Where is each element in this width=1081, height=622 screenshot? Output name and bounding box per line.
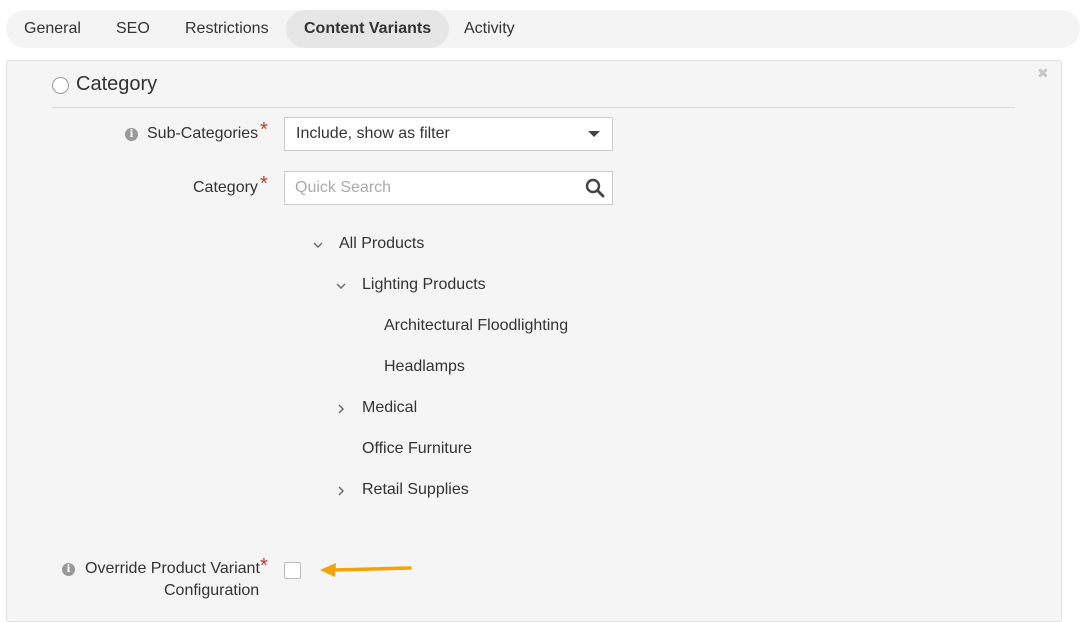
override-label-line2: Configuration <box>164 582 260 599</box>
tab-content-variants[interactable]: Content Variants <box>286 10 450 48</box>
tab-activity[interactable]: Activity <box>464 10 515 48</box>
tree-item-headlamps[interactable]: Headlamps <box>384 357 465 377</box>
close-icon[interactable]: ✖ <box>1037 66 1049 80</box>
override-variant-checkbox[interactable] <box>284 562 301 579</box>
tree-item-medical[interactable]: Medical <box>362 398 417 418</box>
search-icon[interactable] <box>585 178 605 198</box>
tree-item-lighting-products[interactable]: Lighting Products <box>362 275 486 295</box>
subcategories-label: Sub-Categories <box>147 125 259 142</box>
chevron-right-icon[interactable] <box>335 485 347 497</box>
search-input[interactable] <box>286 173 566 203</box>
tree-item-architectural-floodlighting[interactable]: Architectural Floodlighting <box>384 316 568 336</box>
tab-seo[interactable]: SEO <box>116 10 150 48</box>
required-mark: * <box>260 555 268 577</box>
section-title: Category <box>76 73 158 95</box>
annotation-arrow-icon <box>320 563 412 577</box>
info-icon: i <box>62 563 75 576</box>
tab-general[interactable]: General <box>24 10 81 48</box>
category-search <box>284 171 613 205</box>
tree-item-office-furniture[interactable]: Office Furniture <box>362 439 472 459</box>
tab-bar: General SEO Restrictions Content Variant… <box>6 10 1080 48</box>
info-icon: i <box>125 128 138 141</box>
category-radio[interactable] <box>52 77 69 94</box>
override-label-line1: Override Product Variant <box>85 560 260 577</box>
chevron-down-icon[interactable] <box>312 239 324 251</box>
tab-restrictions[interactable]: Restrictions <box>185 10 269 48</box>
chevron-down-icon <box>588 131 600 137</box>
category-label: Category <box>193 179 258 196</box>
subcategories-value: Include, show as filter <box>296 125 450 142</box>
required-mark: * <box>260 119 268 141</box>
chevron-right-icon[interactable] <box>335 403 347 415</box>
subcategories-select[interactable]: Include, show as filter <box>284 117 613 151</box>
divider <box>52 107 1015 108</box>
required-mark: * <box>260 173 268 195</box>
tree-item-all-products[interactable]: All Products <box>339 234 424 254</box>
tree-item-retail-supplies[interactable]: Retail Supplies <box>362 480 469 500</box>
chevron-down-icon[interactable] <box>335 280 347 292</box>
